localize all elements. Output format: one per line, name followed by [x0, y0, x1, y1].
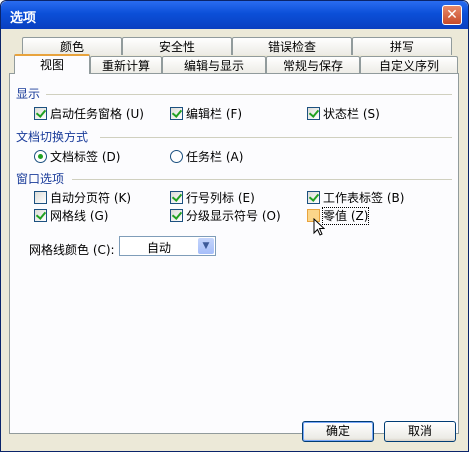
divider: [100, 137, 452, 138]
tab-recalculation[interactable]: 重新计算: [90, 56, 162, 74]
section-doc-switch: 文档切换方式: [16, 130, 89, 144]
tab-label: 颜色: [59, 40, 84, 54]
tab-label: 自定义序列: [378, 59, 439, 73]
checkbox[interactable]: [34, 209, 47, 222]
option-label: 启动任务窗格 (U): [50, 107, 144, 121]
tab-label: 重新计算: [101, 59, 150, 73]
gridline-color-select[interactable]: 自动 ▼: [119, 236, 216, 256]
tab-label: 拼写: [389, 40, 414, 54]
close-button[interactable]: ✕: [442, 5, 462, 25]
section-window-options: 窗口选项: [16, 172, 65, 186]
checkbox[interactable]: [170, 209, 183, 222]
chevron-down-icon[interactable]: ▼: [198, 238, 214, 254]
checkbox[interactable]: [307, 107, 320, 120]
ok-button[interactable]: 确定: [302, 421, 374, 442]
tab-label: 常规与保存: [282, 59, 343, 73]
divider: [46, 94, 452, 95]
option-label: 任务栏 (A): [186, 150, 244, 164]
option-label: 行号列标 (E): [186, 191, 255, 205]
tab-custom-lists[interactable]: 自定义序列: [360, 56, 458, 74]
option-label: 状态栏 (S): [323, 107, 380, 121]
options-dialog: 选项 ✕ 颜色 安全性 错误检查 拼写 视图 重新计算 编辑与显示 常规与保存 …: [0, 0, 469, 452]
checkbox[interactable]: [170, 191, 183, 204]
radio[interactable]: [34, 150, 47, 163]
title-bar[interactable]: 选项 ✕: [1, 1, 468, 29]
gridline-color-label: 网格线颜色 (C):: [29, 243, 115, 257]
radio[interactable]: [170, 150, 183, 163]
option-label: 工作表标签 (B): [323, 191, 405, 205]
tab-label: 编辑与显示: [183, 59, 244, 73]
tab-label: 错误检查: [267, 40, 316, 54]
tab-error-checking[interactable]: 错误检查: [232, 37, 352, 55]
close-icon: ✕: [446, 7, 458, 23]
checkbox[interactable]: [34, 107, 47, 120]
tab-general-save[interactable]: 常规与保存: [266, 56, 360, 74]
select-value: 自动: [146, 241, 171, 255]
checkbox[interactable]: [170, 107, 183, 120]
tab-colors[interactable]: 颜色: [22, 37, 122, 55]
option-label: 零值 (Z): [321, 207, 370, 225]
section-display: 显示: [16, 87, 41, 101]
cancel-button[interactable]: 取消: [384, 421, 456, 442]
checkbox[interactable]: [34, 191, 47, 204]
option-label: 分级显示符号 (O): [186, 209, 281, 223]
tab-view[interactable]: 视图: [14, 54, 90, 74]
dialog-body: 颜色 安全性 错误检查 拼写 视图 重新计算 编辑与显示 常规与保存 自定义序列…: [4, 29, 465, 448]
divider: [72, 179, 452, 180]
tab-spelling[interactable]: 拼写: [352, 37, 452, 55]
dialog-title: 选项: [10, 11, 37, 26]
option-label: 编辑栏 (F): [186, 107, 243, 121]
checkbox[interactable]: [307, 191, 320, 204]
tab-label: 安全性: [158, 40, 195, 54]
option-label: 文档标签 (D): [50, 150, 121, 164]
mouse-cursor-icon: [313, 218, 325, 236]
option-label: 网格线 (G): [50, 209, 109, 223]
tab-security[interactable]: 安全性: [122, 37, 232, 55]
tab-label: 视图: [39, 58, 64, 72]
option-label: 自动分页符 (K): [50, 191, 132, 205]
tab-edit-display[interactable]: 编辑与显示: [162, 56, 266, 74]
